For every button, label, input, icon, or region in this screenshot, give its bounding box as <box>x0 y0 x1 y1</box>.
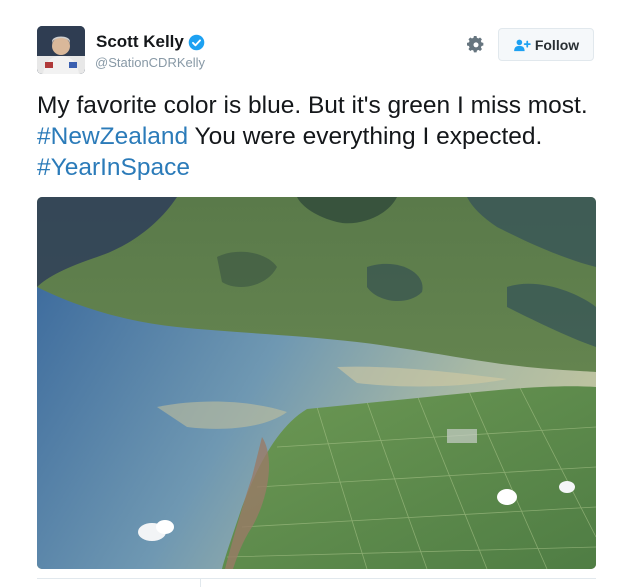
verified-badge-icon <box>188 34 205 50</box>
author-handle[interactable]: @StationCDRKelly <box>95 55 205 70</box>
hashtag-newzealand-link[interactable]: #NewZealand <box>37 123 188 150</box>
footer-divider <box>37 578 596 579</box>
satellite-photo-image <box>37 197 596 569</box>
add-user-icon <box>513 39 531 51</box>
footer-divider-tick <box>200 578 201 587</box>
follow-label: Follow <box>534 36 580 53</box>
follow-button[interactable]: Follow <box>498 28 594 61</box>
gear-icon[interactable] <box>466 35 486 55</box>
hashtag-yearinspace-link[interactable]: #YearInSpace <box>37 154 190 181</box>
tweet-text-part-2: You were everything I expected. <box>188 123 543 150</box>
author-name-row[interactable]: Scott Kelly <box>96 32 205 52</box>
author-name[interactable]: Scott Kelly <box>96 32 184 52</box>
tweet-text: My favorite color is blue. But it's gree… <box>37 90 597 183</box>
author-avatar[interactable] <box>37 26 85 74</box>
tweet-photo[interactable] <box>37 197 596 569</box>
tweet-text-part-1: My favorite color is blue. But it's gree… <box>37 92 588 119</box>
astronaut-avatar-image <box>37 26 85 74</box>
